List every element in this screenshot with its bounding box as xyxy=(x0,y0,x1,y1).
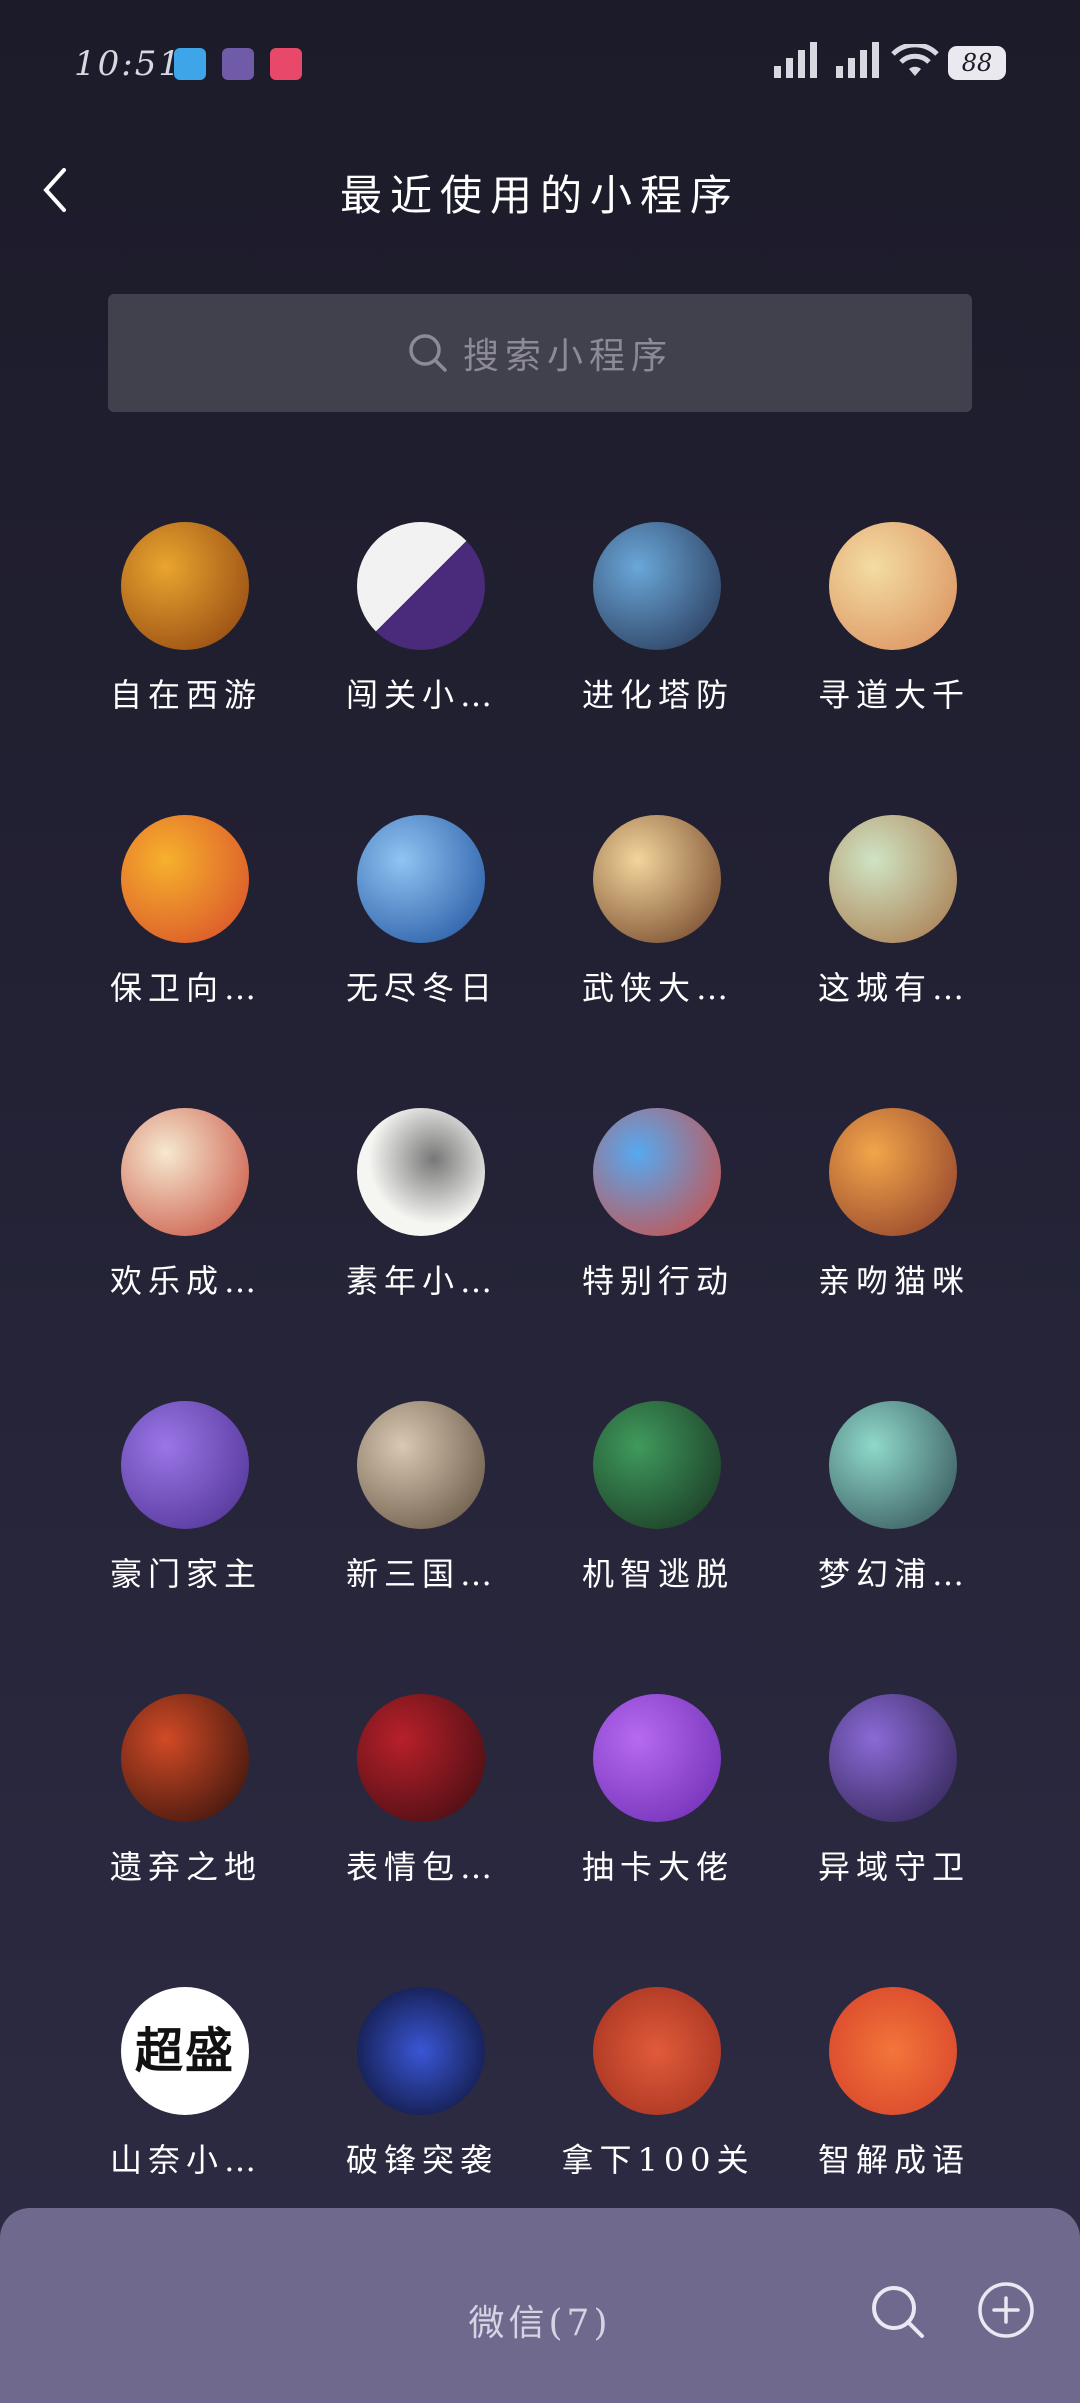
mini-program-avatar xyxy=(829,1108,957,1236)
flower-app-icon xyxy=(270,48,302,80)
mini-program-label: 无尽冬日 xyxy=(345,969,498,1007)
mini-program-avatar xyxy=(121,815,249,943)
mini-program-label: 新三国… xyxy=(345,1555,498,1593)
mini-program-item[interactable]: 遗弃之地 xyxy=(68,1690,304,1950)
mini-program-item[interactable]: 特别行动 xyxy=(540,1104,776,1364)
mini-program-avatar xyxy=(357,815,485,943)
mini-program-label: 保卫向… xyxy=(109,969,262,1007)
search-input[interactable]: 搜索小程序 xyxy=(108,294,972,412)
mini-program-avatar xyxy=(357,1401,485,1529)
mini-program-item[interactable]: 欢乐成… xyxy=(68,1104,304,1364)
mini-program-item[interactable]: 智解成语 xyxy=(776,1983,1012,2243)
mini-program-item[interactable]: 表情包… xyxy=(304,1690,540,1950)
mini-program-label: 机智逃脱 xyxy=(581,1555,734,1593)
mini-program-item[interactable]: 新三国… xyxy=(304,1397,540,1657)
mini-program-avatar xyxy=(593,1694,721,1822)
mini-program-item[interactable]: 超盛 山奈小… xyxy=(68,1983,304,2243)
mini-program-item[interactable]: 亲吻猫咪 xyxy=(776,1104,1012,1364)
mini-program-item[interactable]: 自在西游 xyxy=(68,518,304,778)
search-placeholder: 搜索小程序 xyxy=(462,336,673,377)
mini-program-item[interactable]: 拿下100关 xyxy=(540,1983,776,2243)
header: 最近使用的小程序 xyxy=(0,140,1080,240)
mini-program-item[interactable]: 进化塔防 xyxy=(540,518,776,778)
avatar-badge-text: 超盛 xyxy=(134,2023,235,2079)
search-icon xyxy=(409,334,447,372)
mini-program-label: 遗弃之地 xyxy=(109,1848,262,1886)
mini-program-avatar xyxy=(357,522,485,650)
mini-program-avatar xyxy=(357,1987,485,2115)
mini-program-label: 自在西游 xyxy=(109,676,262,714)
mini-program-avatar xyxy=(357,1108,485,1236)
status-time: 10:51 xyxy=(74,44,182,84)
mini-program-item[interactable]: 武侠大… xyxy=(540,811,776,1071)
mini-program-avatar xyxy=(357,1694,485,1822)
search-icon[interactable] xyxy=(866,2280,930,2344)
signal-icon xyxy=(774,42,817,78)
mini-program-label: 豪门家主 xyxy=(109,1555,262,1593)
mini-program-label: 山奈小… xyxy=(109,2141,262,2179)
mini-program-item[interactable]: 破锋突袭 xyxy=(304,1983,540,2243)
page-title: 最近使用的小程序 xyxy=(339,171,740,220)
mini-program-label: 寻道大千 xyxy=(817,676,970,714)
mini-program-avatar xyxy=(121,522,249,650)
mini-program-label: 武侠大… xyxy=(581,969,734,1007)
mini-program-label: 进化塔防 xyxy=(581,676,734,714)
mini-program-label: 拿下100关 xyxy=(561,2141,755,2179)
mini-program-avatar xyxy=(121,1401,249,1529)
mini-program-label: 抽卡大佬 xyxy=(581,1848,734,1886)
mini-program-avatar xyxy=(829,1401,957,1529)
mini-program-label: 特别行动 xyxy=(581,1262,734,1300)
mini-program-label: 亲吻猫咪 xyxy=(817,1262,970,1300)
status-bar: 10:51 88 xyxy=(0,0,1080,130)
k-app-icon xyxy=(222,48,254,80)
mini-program-item[interactable]: 豪门家主 xyxy=(68,1397,304,1657)
mini-program-avatar xyxy=(829,1987,957,2115)
mini-program-item[interactable]: 寻道大千 xyxy=(776,518,1012,778)
mini-program-item[interactable]: 抽卡大佬 xyxy=(540,1690,776,1950)
mini-program-label: 梦幻浦… xyxy=(817,1555,970,1593)
mini-program-avatar xyxy=(593,1108,721,1236)
mini-program-label: 这城有… xyxy=(817,969,970,1007)
mini-program-item[interactable]: 闯关小… xyxy=(304,518,540,778)
signal-icon xyxy=(836,42,879,78)
mini-program-avatar xyxy=(829,815,957,943)
add-circle-icon[interactable] xyxy=(974,2278,1038,2342)
mini-program-avatar xyxy=(593,1987,721,2115)
mini-program-item[interactable]: 无尽冬日 xyxy=(304,811,540,1071)
mini-program-avatar xyxy=(121,1108,249,1236)
mini-program-label: 素年小… xyxy=(345,1262,498,1300)
mini-program-avatar xyxy=(593,522,721,650)
mini-program-avatar xyxy=(829,1694,957,1822)
mini-program-avatar xyxy=(829,522,957,650)
mini-program-label: 闯关小… xyxy=(345,676,498,714)
mini-program-item[interactable]: 素年小… xyxy=(304,1104,540,1364)
mini-program-item[interactable]: 梦幻浦… xyxy=(776,1397,1012,1657)
mini-program-avatar xyxy=(593,1401,721,1529)
mini-program-item[interactable]: 这城有… xyxy=(776,811,1012,1071)
mini-program-label: 智解成语 xyxy=(817,2141,970,2179)
wifi-icon xyxy=(891,44,939,76)
mini-program-avatar xyxy=(121,1694,249,1822)
mini-program-label: 异域守卫 xyxy=(817,1848,970,1886)
mini-program-item[interactable]: 异域守卫 xyxy=(776,1690,1012,1950)
mini-program-label: 欢乐成… xyxy=(109,1262,262,1300)
cloud-app-icon xyxy=(174,48,206,80)
mini-program-item[interactable]: 保卫向… xyxy=(68,811,304,1071)
mini-program-avatar xyxy=(593,815,721,943)
mini-program-label: 破锋突袭 xyxy=(345,2141,498,2179)
bottom-panel: 微信(7) xyxy=(0,2208,1080,2403)
mini-program-item[interactable]: 机智逃脱 xyxy=(540,1397,776,1657)
mini-program-label: 表情包… xyxy=(345,1848,498,1886)
battery-indicator: 88 xyxy=(948,46,1006,80)
mini-program-avatar: 超盛 xyxy=(121,1987,249,2115)
